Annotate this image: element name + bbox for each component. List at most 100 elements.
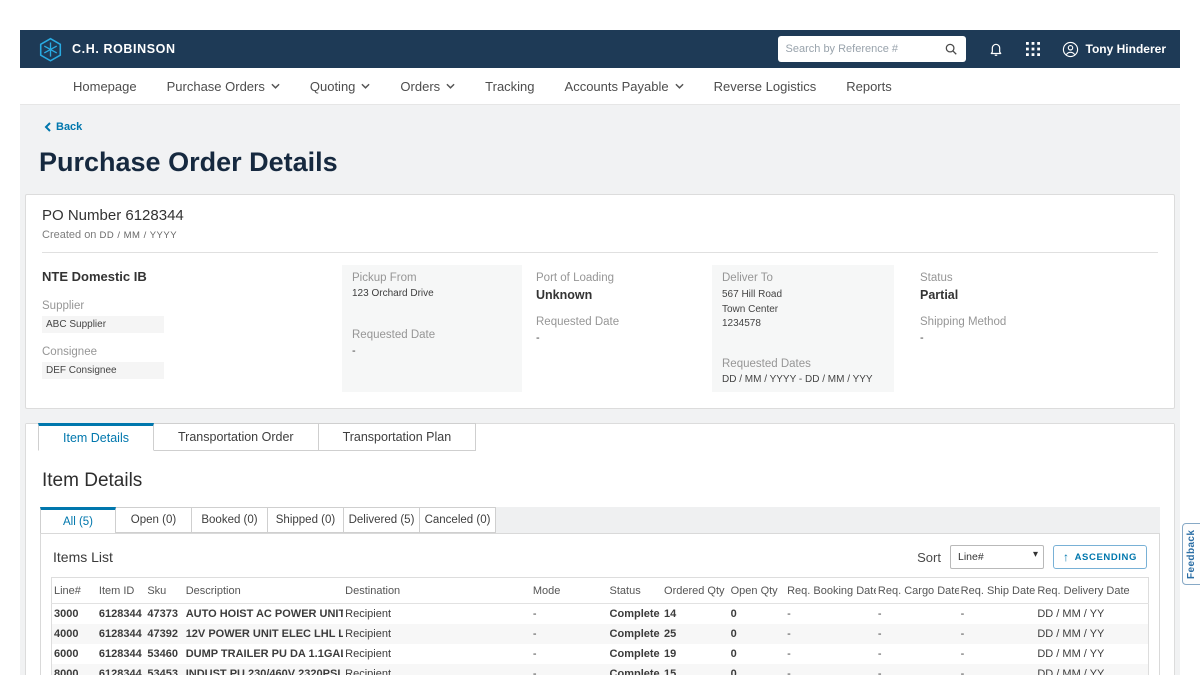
menu-item-homepage[interactable]: Homepage [73,79,137,94]
requested-dates-value: DD / MM / YYYY - DD / MM / YYY [722,374,884,385]
table-cell: 12V POWER UNIT ELEC LHL LG RES [184,624,343,644]
tab-transportation-plan[interactable]: Transportation Plan [319,423,477,451]
menu-item-quoting[interactable]: Quoting [310,79,371,94]
supplier-label: Supplier [42,300,332,312]
table-cell: - [785,664,876,675]
table-cell: Recipient [343,624,531,644]
deliver-to-address: 567 Hill Road Town Center 1234578 [722,288,884,332]
status-label: Status [920,272,1158,284]
menu-item-purchase-orders[interactable]: Purchase Orders [167,79,280,94]
table-cell: Complete [608,624,662,644]
table-cell: DD / MM / YY [1035,664,1148,675]
table-cell: - [959,644,1036,664]
table-cell: Recipient [343,664,531,675]
port-of-loading-value: Unknown [536,288,712,302]
tab-strip-spacer [26,423,38,451]
table-cell: - [876,644,959,664]
menu-item-reports[interactable]: Reports [846,79,892,94]
notifications-button[interactable] [988,41,1004,57]
table-cell: - [876,664,959,675]
table-cell: Recipient [343,644,531,664]
consignee-value: DEF Consignee [42,362,164,379]
table-cell: - [959,604,1036,625]
ascending-label: ASCENDING [1075,552,1137,563]
back-label: Back [56,121,82,133]
menu-item-reverse-logistics[interactable]: Reverse Logistics [714,79,817,94]
table-row: 8000612834453453INDUST PU 230/460V 2320P… [52,664,1149,675]
table-cell: - [959,624,1036,644]
pickup-from-column: Pickup From 123 Orchard Drive Requested … [342,265,522,392]
port-requested-date-label: Requested Date [536,316,712,328]
address-line: Town Center [722,303,884,318]
menu-label: Purchase Orders [167,79,265,94]
shipping-method-label: Shipping Method [920,316,1158,328]
table-cell: - [876,624,959,644]
ascending-button[interactable]: ↑ ASCENDING [1053,545,1147,569]
table-cell: 4000 [52,624,97,644]
tab-strip-spacer [476,423,1174,451]
table-cell: DUMP TRAILER PU DA 1.1GAL TANK [184,644,343,664]
menu-label: Orders [400,79,440,94]
brand-name: C.H. ROBINSON [72,42,176,56]
search-box [778,36,966,62]
subtab-booked[interactable]: Booked (0) [192,507,268,533]
port-requested-date-value: - [536,332,712,344]
chevron-down-icon [361,83,370,89]
sort-controls: Sort Line# ↑ ASCENDING [917,545,1147,569]
po-detail-columns: NTE Domestic IB Supplier ABC Supplier Co… [42,265,1158,392]
address-line: 1234578 [722,317,884,332]
table-cell: DD / MM / YY [1035,644,1148,664]
table-cell: 25 [662,624,729,644]
main-menu: Homepage Purchase Orders Quoting Orders … [20,68,1180,105]
column-header-line: Line# [52,578,97,604]
menu-label: Quoting [310,79,356,94]
subtab-shipped[interactable]: Shipped (0) [268,507,344,533]
subtab-delivered[interactable]: Delivered (5) [344,507,420,533]
column-header-open-qty: Open Qty [729,578,786,604]
table-cell: - [785,624,876,644]
pickup-from-value: 123 Orchard Drive [352,288,512,299]
table-cell: Complete [608,644,662,664]
table-row: 6000612834453460DUMP TRAILER PU DA 1.1GA… [52,644,1149,664]
table-cell: - [531,644,608,664]
table-cell: 6000 [52,644,97,664]
items-table-body: 3000612834447373AUTO HOIST AC POWER UNIT… [52,604,1149,675]
menu-item-tracking[interactable]: Tracking [485,79,534,94]
back-link[interactable]: Back [44,121,82,133]
table-cell: Complete [608,664,662,675]
po-summary-card: PO Number 6128344 Created on DD / MM / Y… [25,194,1175,409]
table-cell: - [785,604,876,625]
created-on: Created on DD / MM / YYYY [42,229,1158,241]
chrobinson-logo-icon [38,37,63,62]
arrow-up-icon: ↑ [1063,550,1070,564]
apps-menu-button[interactable] [1026,42,1040,56]
subtab-canceled[interactable]: Canceled (0) [420,507,496,533]
feedback-button[interactable]: Feedback [1182,523,1200,585]
tab-item-details[interactable]: Item Details [38,423,154,451]
requested-dates-label: Requested Dates [722,358,884,370]
bell-icon [988,41,1004,57]
menu-item-accounts-payable[interactable]: Accounts Payable [565,79,684,94]
table-cell: 0 [729,644,786,664]
brand-link[interactable]: C.H. ROBINSON [38,37,176,62]
subtab-open[interactable]: Open (0) [116,507,192,533]
search-icon[interactable] [944,42,958,56]
user-menu[interactable]: Tony Hinderer [1062,41,1166,58]
column-header-description: Description [184,578,343,604]
menu-item-orders[interactable]: Orders [400,79,455,94]
table-cell: 6128344 [97,604,145,625]
column-header-item-id: Item ID [97,578,145,604]
items-list-header: Items List Sort Line# ↑ ASCENDING [51,543,1149,577]
subtab-all[interactable]: All (5) [40,507,116,533]
items-table: Line# Item ID Sku Description Destinatio… [51,577,1149,675]
tab-transportation-order[interactable]: Transportation Order [154,423,319,451]
table-cell: 19 [662,644,729,664]
chevron-down-icon [675,83,684,89]
table-cell: 0 [729,624,786,644]
sort-select[interactable]: Line# [950,545,1044,569]
table-cell: Recipient [343,604,531,625]
po-number: PO Number 6128344 [42,207,1158,224]
search-input[interactable] [786,43,938,55]
table-row: 400061283444739212V POWER UNIT ELEC LHL … [52,624,1149,644]
status-value: Partial [920,288,1158,302]
